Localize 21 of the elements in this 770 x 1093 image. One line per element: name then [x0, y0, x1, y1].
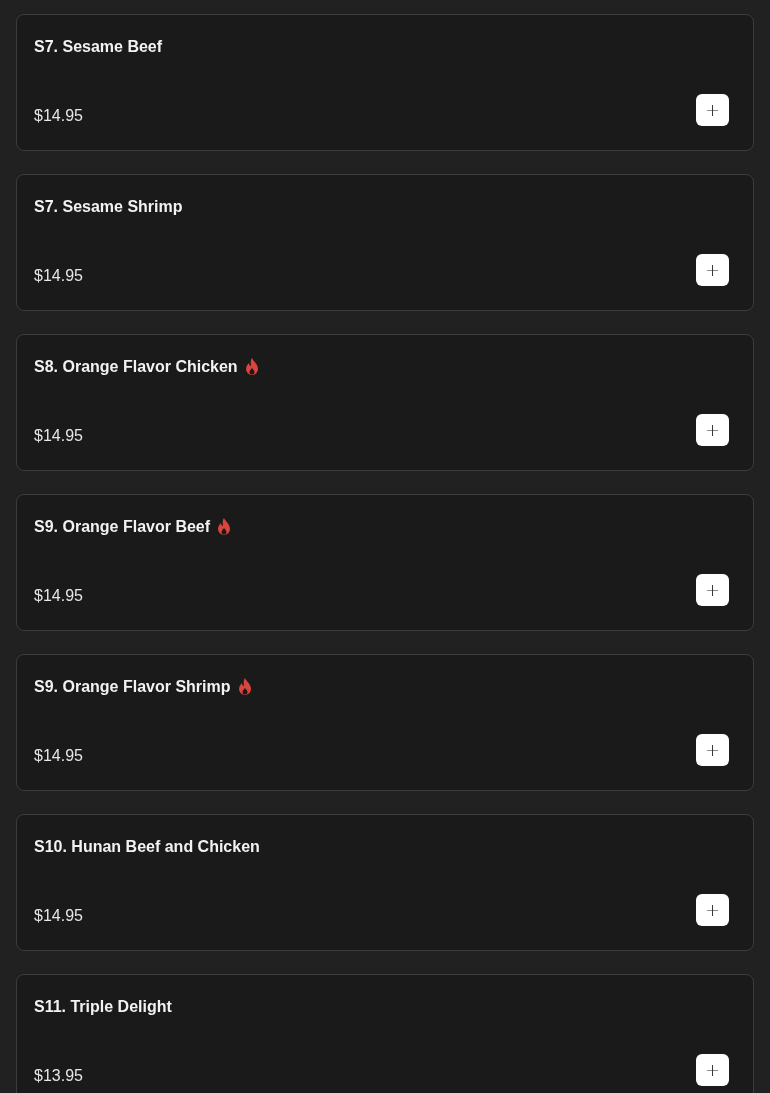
dish-price: $14.95 — [34, 747, 83, 766]
dish-name: S8. Orange Flavor Chicken — [34, 358, 238, 376]
dish-price: $14.95 — [34, 267, 83, 286]
dish-name: S9. Orange Flavor Shrimp — [34, 678, 231, 696]
add-button[interactable]: + — [696, 254, 729, 286]
add-button[interactable]: + — [696, 1054, 729, 1086]
dish-price: $14.95 — [34, 427, 83, 446]
add-button[interactable]: + — [696, 94, 729, 126]
add-button[interactable]: + — [696, 894, 729, 926]
dish-price: $14.95 — [34, 107, 83, 126]
dish-name: S11. Triple Delight — [34, 998, 172, 1016]
dish-name: S7. Sesame Shrimp — [34, 198, 183, 216]
dish-name: S9. Orange Flavor Beef — [34, 518, 211, 536]
dish-name: S7. Sesame Beef — [34, 38, 163, 56]
dish-price: $13.95 — [34, 1067, 83, 1086]
add-button[interactable]: + — [696, 574, 729, 606]
add-button[interactable]: + — [696, 734, 729, 766]
add-button[interactable]: + — [696, 414, 729, 446]
dish-price: $14.95 — [34, 907, 83, 926]
dish-name: S10. Hunan Beef and Chicken — [34, 838, 260, 856]
dish-price: $14.95 — [34, 587, 83, 606]
